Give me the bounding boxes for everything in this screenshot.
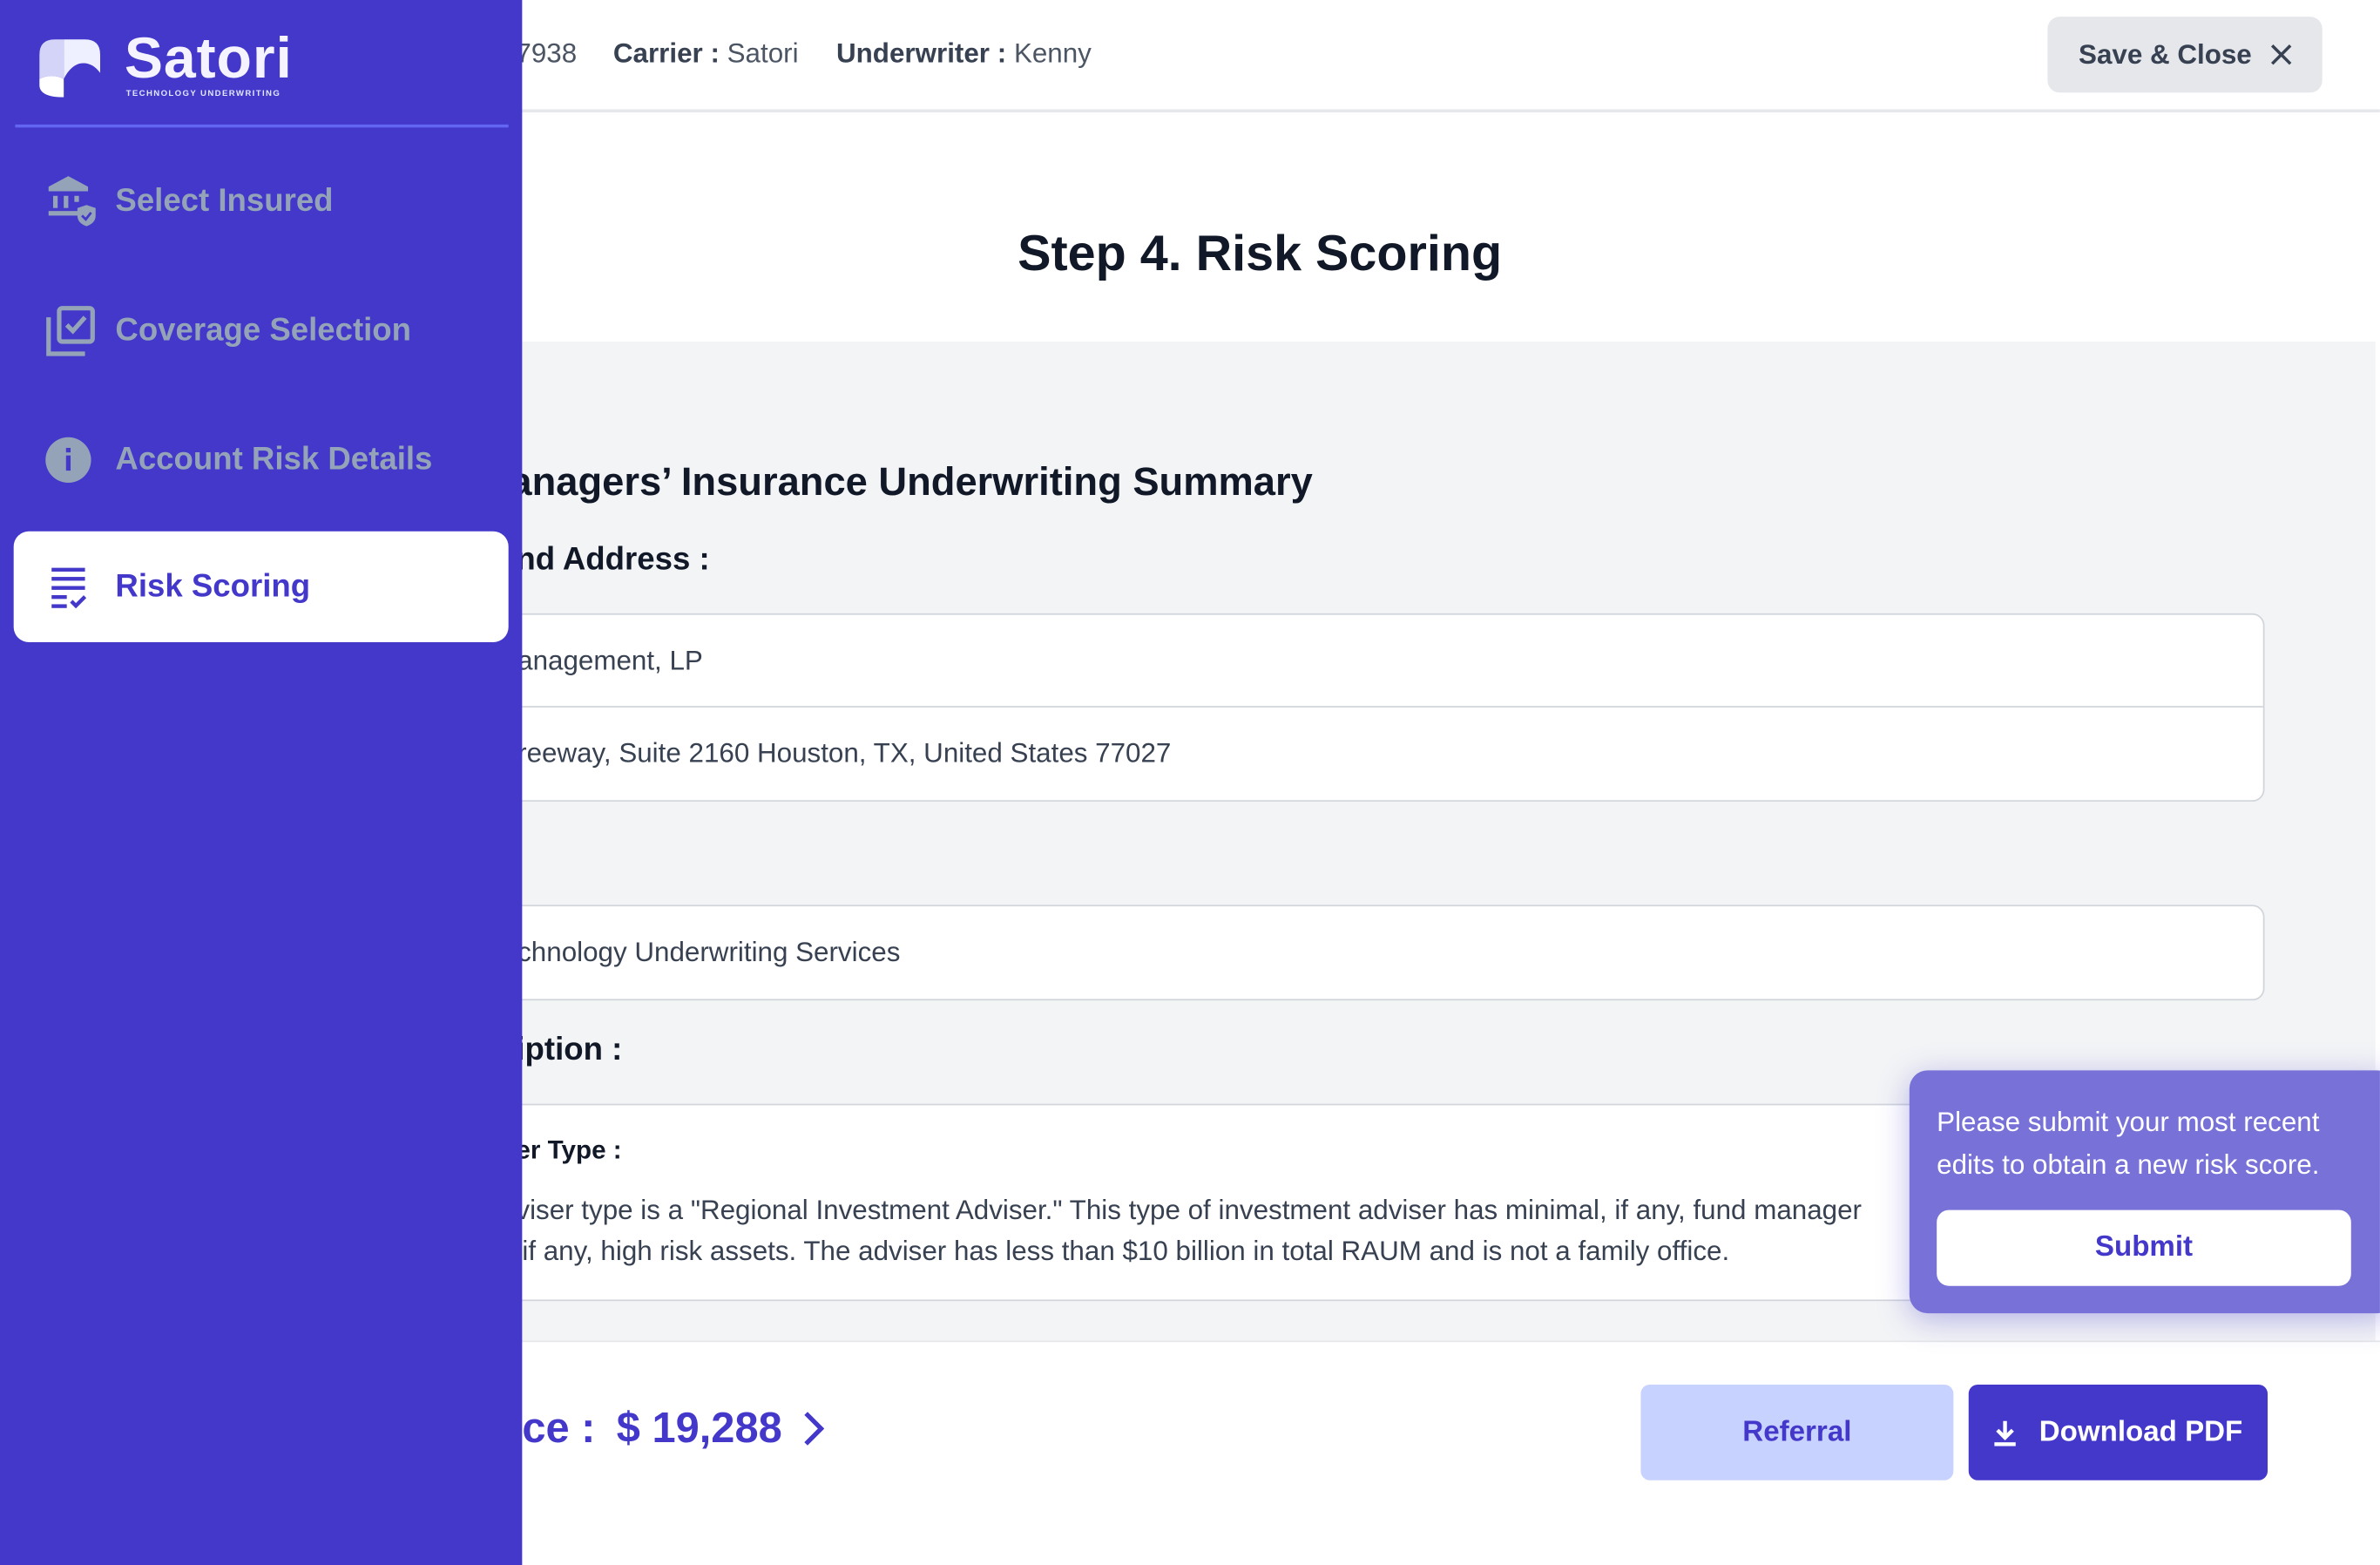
close-icon (2270, 44, 2291, 65)
bank-shield-icon (44, 173, 99, 228)
download-pdf-label: Download PDF (2039, 1415, 2243, 1448)
price-label: ce : (522, 1404, 596, 1452)
insured-address: reeway, Suite 2160 Houston, TX, United S… (517, 737, 1172, 769)
price-link[interactable]: ce : $ 19,288 (522, 1404, 825, 1453)
sidebar-item-coverage-selection[interactable]: Coverage Selection (14, 274, 509, 385)
underwriter-info: Underwriter : Kenny (836, 38, 1092, 71)
checkbox-stack-icon (44, 303, 99, 358)
list-check-icon (44, 559, 99, 614)
submit-button[interactable]: Submit (1937, 1209, 2351, 1286)
brand-tagline: TECHNOLOGY UNDERWRITING (125, 89, 281, 99)
underwriter-value: Kenny (1013, 37, 1092, 69)
broker-name: chnology Underwriting Services (517, 936, 901, 967)
sidebar-divider (15, 124, 509, 128)
carrier-label: Carrier : (612, 37, 720, 69)
info-icon (44, 432, 99, 487)
adviser-type-line-1: viser type is a "Regional Investment Adv… (516, 1195, 1862, 1226)
sidebar-item-label: Coverage Selection (115, 312, 411, 348)
sidebar-item-risk-scoring[interactable]: Risk Scoring (13, 531, 509, 642)
address-label: nd Address : (516, 542, 710, 578)
carrier-info: Carrier : Satori (613, 38, 799, 71)
adviser-type-label: er Type : (516, 1135, 622, 1165)
save-close-label: Save & Close (2079, 38, 2252, 70)
description-label: iption : (516, 1032, 623, 1067)
brand-name: Satori (124, 27, 293, 91)
insured-name: anagement, LP (517, 645, 703, 676)
adviser-type-line-2: if any, high risk assets. The adviser ha… (522, 1236, 1730, 1267)
summary-heading: anagers’ Insurance Underwriting Summary (510, 458, 1313, 505)
popup-message: Please submit your most recent edits to … (1937, 1107, 2320, 1180)
sidebar-item-label: Risk Scoring (115, 568, 311, 604)
chevron-right-icon (804, 1412, 825, 1446)
download-icon (1995, 1419, 2017, 1446)
sidebar-item-select-insured[interactable]: Select Insured (14, 146, 509, 256)
underwriter-label: Underwriter : (836, 37, 1007, 69)
sidebar-item-label: Select Insured (115, 182, 334, 219)
download-pdf-button[interactable]: Download PDF (1968, 1384, 2268, 1480)
sidebar-item-label: Account Risk Details (115, 441, 433, 477)
page-title: Step 4. Risk Scoring (1018, 224, 1503, 281)
carrier-value: Satori (727, 37, 799, 69)
sidebar: Satori TECHNOLOGY UNDERWRITING Select In… (0, 0, 523, 1565)
price-value: $ 19,288 (616, 1404, 782, 1452)
resubmit-popup: Please submit your most recent edits to … (1909, 1070, 2380, 1314)
sidebar-item-account-risk-details[interactable]: Account Risk Details (14, 403, 509, 514)
policy-number: 7938 (516, 37, 578, 69)
save-close-button[interactable]: Save & Close (2047, 17, 2323, 93)
referral-button[interactable]: Referral (1640, 1384, 1954, 1480)
satori-logo-icon (39, 39, 100, 98)
